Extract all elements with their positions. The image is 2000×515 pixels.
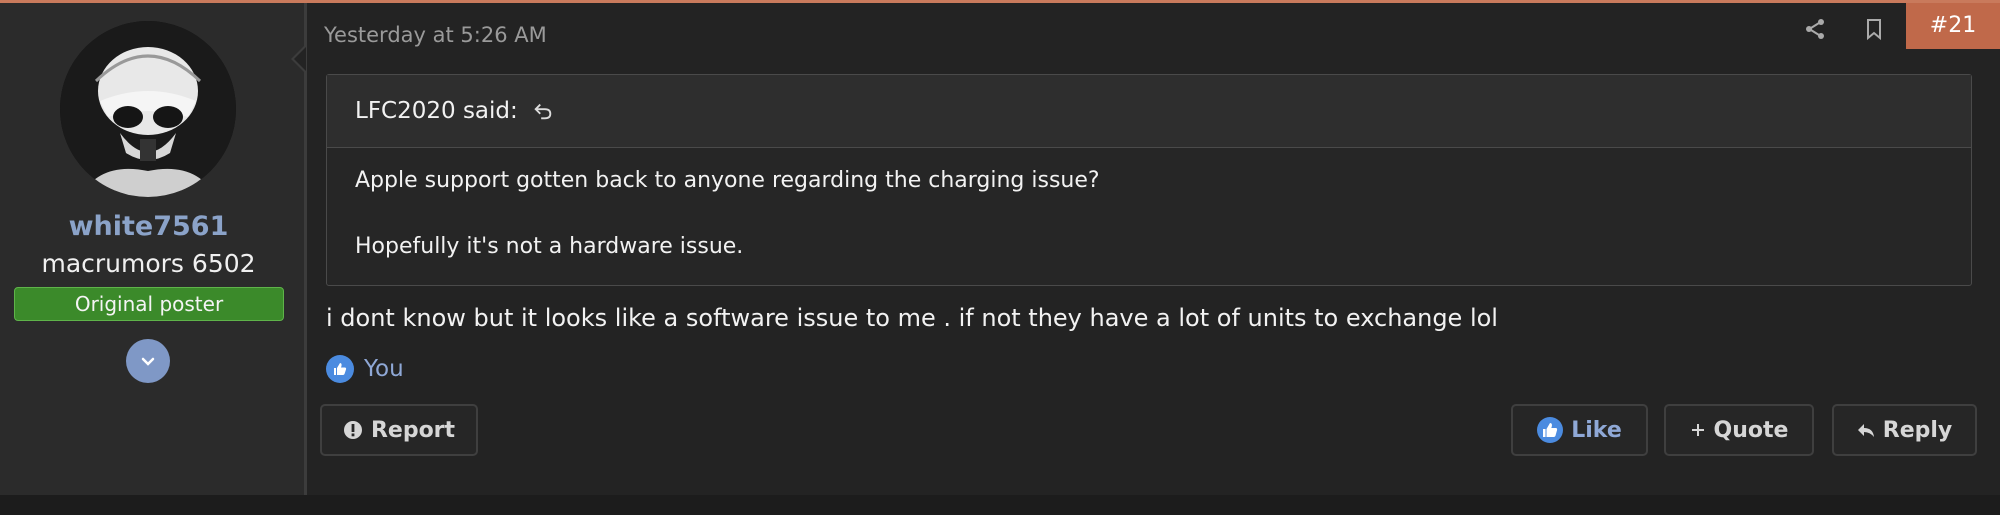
username[interactable]: white7561 — [0, 211, 297, 242]
thumbs-up-icon — [1537, 417, 1564, 443]
user-panel: white7561 macrumors 6502 Original poster — [0, 3, 307, 495]
exclamation-icon — [343, 420, 363, 440]
quote-line: Apple support gotten back to anyone rega… — [355, 168, 1100, 193]
original-poster-badge: Original poster — [14, 287, 284, 321]
reply-arrow-icon — [1857, 421, 1875, 439]
bookmark-icon[interactable] — [1862, 17, 1886, 41]
chevron-down-icon — [141, 357, 155, 366]
post-timestamp[interactable]: Yesterday at 5:26 AM — [324, 23, 547, 47]
like-label: Like — [1571, 417, 1622, 443]
user-title: macrumors 6502 — [41, 249, 256, 278]
share-icon[interactable] — [1803, 17, 1827, 41]
quote-attribution[interactable]: LFC2020 said: — [355, 98, 518, 124]
post-message: i dont know but it looks like a software… — [326, 304, 1498, 332]
forum-post: white7561 macrumors 6502 Original poster… — [0, 3, 2000, 495]
quote-button[interactable]: Quote — [1664, 404, 1814, 456]
post-number[interactable]: #21 — [1906, 3, 2000, 49]
thumbs-up-icon — [326, 355, 354, 383]
likes-summary[interactable]: You — [326, 355, 404, 383]
reply-button[interactable]: Reply — [1832, 404, 1977, 456]
plus-icon — [1690, 422, 1706, 438]
quote-body: Apple support gotten back to anyone rega… — [327, 148, 1971, 300]
quote-block: LFC2020 said: Apple support gotten back … — [326, 74, 1972, 286]
quote-label: Quote — [1713, 417, 1789, 443]
report-button[interactable]: Report — [320, 404, 478, 456]
avatar[interactable] — [60, 21, 236, 197]
like-button[interactable]: Like — [1511, 404, 1648, 456]
quote-header: LFC2020 said: — [327, 75, 1971, 148]
reply-label: Reply — [1882, 417, 1953, 443]
quote-line: Hopefully it's not a hardware issue. — [355, 234, 744, 259]
jump-back-icon[interactable] — [532, 100, 554, 122]
expand-user-info-button[interactable] — [126, 339, 170, 383]
report-label: Report — [370, 417, 456, 443]
likes-text[interactable]: You — [364, 356, 404, 382]
